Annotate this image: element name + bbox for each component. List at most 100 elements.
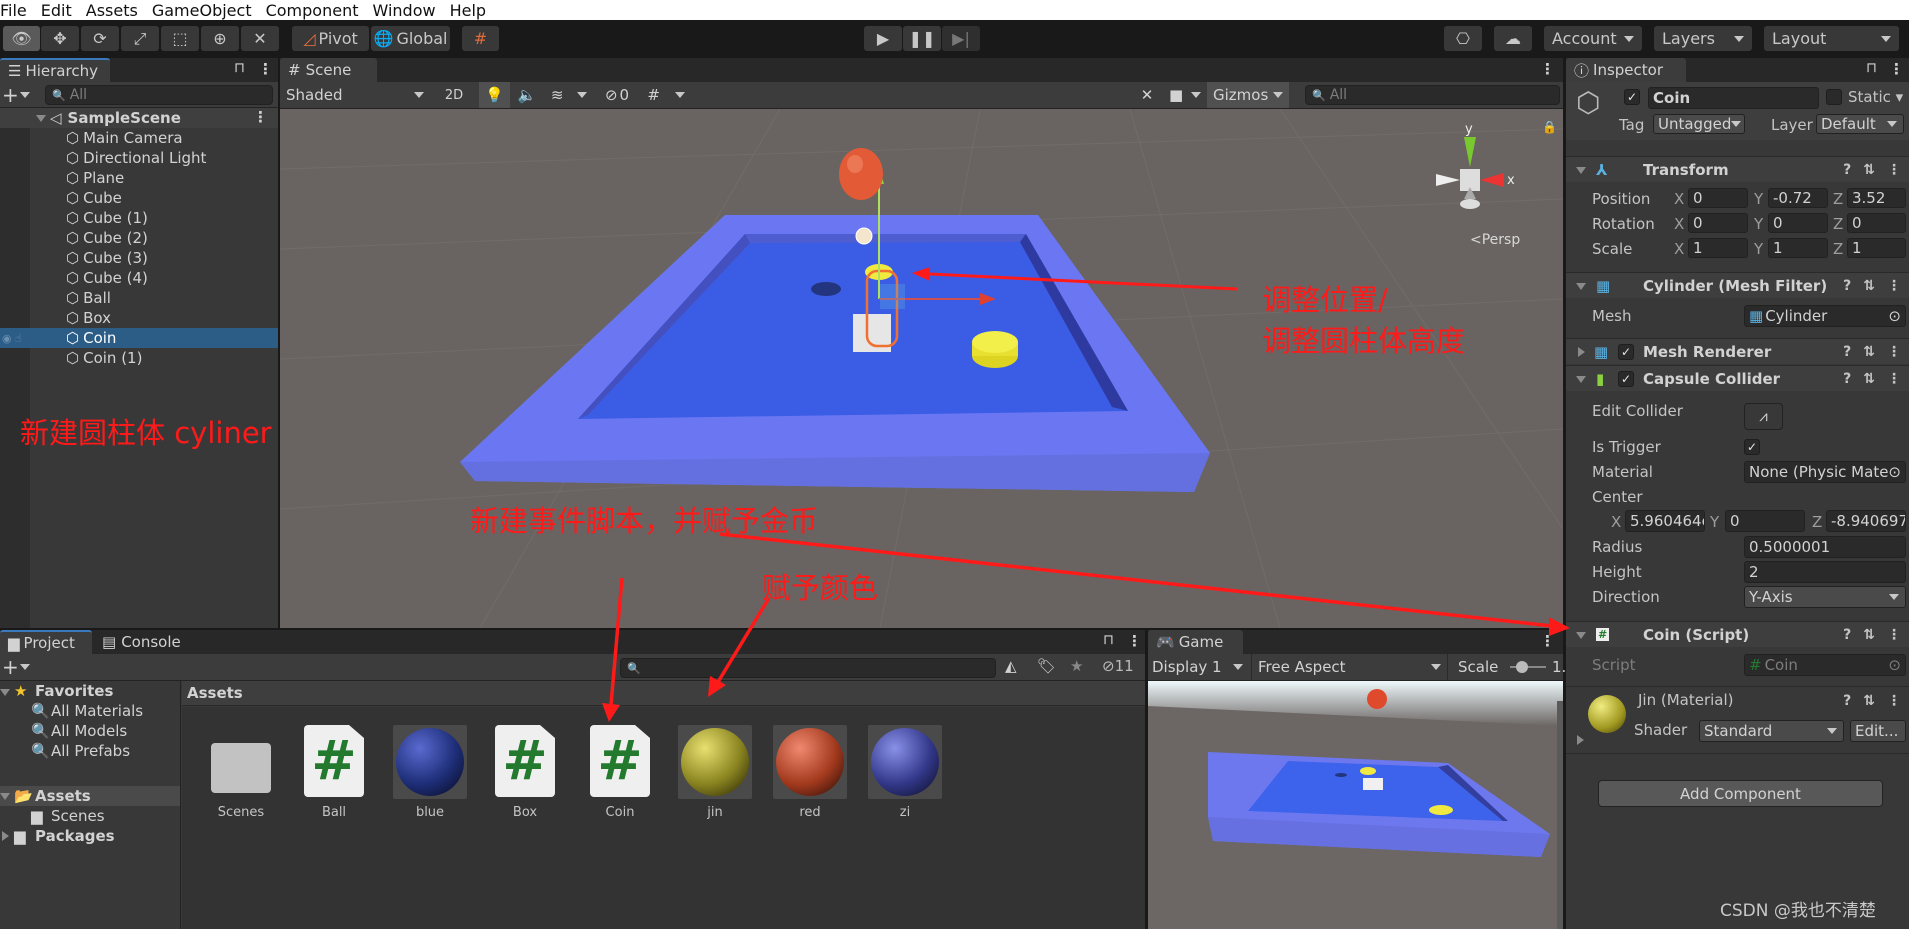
asset-zi-material[interactable]: zi [868, 725, 942, 820]
preset-icon[interactable]: ⇅ [1863, 278, 1875, 294]
asset-coin-script[interactable]: # Coin [583, 725, 657, 820]
hierarchy-item[interactable]: ⬡ Box [0, 308, 278, 328]
rect-tool-button[interactable]: ⬚ [161, 26, 199, 51]
scene-row[interactable]: ◁ SampleScene ⋮ [0, 108, 278, 128]
menu-edit[interactable]: Edit [41, 1, 72, 20]
orientation-gizmo[interactable] [1436, 137, 1504, 209]
2d-toggle[interactable]: 2D [438, 82, 470, 108]
tools-toggle[interactable]: ✕ [1132, 82, 1162, 108]
hidden-packages-toggle[interactable]: ⊘11 [1102, 657, 1134, 675]
view-tool-button[interactable]: 👁 [3, 26, 40, 51]
collapse-icon[interactable] [0, 689, 10, 696]
preset-icon[interactable]: ⇅ [1863, 693, 1875, 709]
object-name-input[interactable]: Coin [1648, 87, 1819, 109]
chevron-down-icon[interactable] [20, 664, 30, 670]
hierarchy-item[interactable]: ⬡ Cube (1) [0, 208, 278, 228]
hierarchy-item[interactable]: ⬡ Cube [0, 188, 278, 208]
position-y-input[interactable]: -0.72 [1768, 188, 1828, 208]
preset-icon[interactable]: ⇅ [1863, 371, 1875, 387]
pivot-button[interactable]: ◿ Pivot [292, 26, 369, 51]
hierarchy-item[interactable]: ⬡ Coin (1) [0, 348, 278, 368]
rotation-x-input[interactable]: 0 [1688, 213, 1748, 233]
project-search-input[interactable]: 🔍 [620, 658, 996, 678]
static-checkbox[interactable] [1826, 89, 1842, 105]
expand-icon[interactable] [36, 115, 46, 122]
asset-jin-material[interactable]: jin [678, 725, 752, 820]
transform-tool-button[interactable]: ⊕ [201, 26, 239, 51]
asset-red-material[interactable]: red [773, 725, 847, 820]
menu-assets[interactable]: Assets [86, 1, 138, 20]
asset-box-script[interactable]: # Box [488, 725, 562, 820]
preset-icon[interactable]: ⇅ [1863, 162, 1875, 178]
kebab-menu-icon[interactable]: ⋮ [1887, 344, 1901, 360]
gizmos-dropdown[interactable]: Gizmos [1207, 82, 1289, 108]
hierarchy-item[interactable]: ⬡ Plane [0, 168, 278, 188]
tag-dropdown[interactable]: Untagged [1653, 114, 1745, 134]
shader-dropdown[interactable]: Standard [1699, 720, 1844, 742]
favorite-all-models[interactable]: All Models [51, 722, 127, 740]
display-dropdown[interactable]: Display 1 [1152, 654, 1247, 680]
tab-console[interactable]: ▤ Console [102, 633, 181, 651]
capsule-collider-header[interactable]: ▮ ✓ Capsule Collider ? ⇅ ⋮ [1566, 365, 1909, 391]
kebab-menu-icon[interactable]: ⋮ [1887, 371, 1901, 387]
mesh-field[interactable]: ▦ Cylinder ⊙ [1744, 305, 1906, 327]
hierarchy-search-input[interactable]: 🔍 All [45, 85, 273, 105]
help-icon[interactable]: ? [1843, 627, 1851, 643]
camera-dropdown[interactable]: ■ [1165, 82, 1205, 108]
expand-icon[interactable] [1577, 735, 1584, 745]
transform-header[interactable]: ⅄ Transform ? ⇅ ⋮ [1566, 156, 1909, 182]
collapse-icon[interactable] [0, 793, 10, 800]
is-trigger-checkbox[interactable]: ✓ [1744, 439, 1760, 455]
tab-project[interactable]: ▆ Project [0, 630, 92, 654]
kebab-menu-icon[interactable]: ⋮ [1887, 278, 1901, 294]
asset-blue-material[interactable]: blue [393, 725, 467, 820]
collab-button[interactable]: ⎔ [1444, 26, 1482, 51]
scene-viewport[interactable]: y x 🔒 <Persp [280, 109, 1563, 628]
mesh-filter-header[interactable]: ▦ Cylinder (Mesh Filter) ? ⇅ ⋮ [1566, 272, 1909, 298]
projection-label[interactable]: <Persp [1470, 232, 1520, 248]
scale-z-input[interactable]: 1 [1847, 238, 1906, 258]
slider-thumb[interactable] [1516, 661, 1528, 673]
menu-help[interactable]: Help [450, 1, 486, 20]
lock-icon[interactable]: ⊓ [234, 60, 245, 76]
filter-by-label-icon[interactable]: 🏷 [1037, 657, 1056, 675]
global-button[interactable]: 🌐 Global [371, 26, 450, 51]
grid-dropdown[interactable]: # [640, 82, 692, 108]
object-picker-icon[interactable]: ⊙ [1888, 463, 1901, 481]
snap-button[interactable]: # [462, 26, 499, 51]
menu-window[interactable]: Window [372, 1, 435, 20]
shading-mode-dropdown[interactable]: Shaded [280, 82, 430, 108]
center-y-input[interactable]: 0 [1725, 510, 1805, 532]
add-asset-button[interactable]: + [2, 655, 19, 679]
height-input[interactable]: 2 [1744, 561, 1906, 583]
lock-icon[interactable]: ⊓ [1866, 60, 1877, 76]
kebab-menu-icon[interactable]: ⋮ [1540, 60, 1555, 78]
step-button[interactable]: ▶| [942, 26, 980, 51]
scale-y-input[interactable]: 1 [1768, 238, 1828, 258]
coin-script-header[interactable]: # Coin (Script) ? ⇅ ⋮ [1566, 621, 1909, 647]
chevron-down-icon[interactable] [20, 92, 30, 98]
custom-tool-button[interactable]: ✕ [241, 26, 279, 51]
edit-collider-button[interactable]: ⩘ [1744, 403, 1783, 430]
scale-slider[interactable] [1510, 661, 1546, 673]
help-icon[interactable]: ? [1843, 693, 1851, 709]
hierarchy-item[interactable]: ⬡ Ball [0, 288, 278, 308]
audio-toggle[interactable]: 🔈 [511, 82, 543, 108]
radius-input[interactable]: 0.5000001 [1744, 536, 1906, 558]
tab-inspector[interactable]: ⓘ Inspector [1566, 58, 1686, 82]
mesh-renderer-enabled-checkbox[interactable]: ✓ [1618, 344, 1634, 360]
asset-scenes-folder[interactable]: Scenes [204, 725, 278, 820]
scene-search-input[interactable]: 🔍 All [1305, 85, 1560, 105]
help-icon[interactable]: ? [1843, 344, 1851, 360]
help-icon[interactable]: ? [1843, 278, 1851, 294]
effects-dropdown[interactable]: ≋ [544, 82, 594, 108]
hierarchy-item-selected[interactable]: ◉ ☝ ⬡ Coin [0, 328, 278, 348]
pickable-icon[interactable]: ☝ [15, 332, 22, 345]
scrollbar[interactable] [1557, 701, 1563, 929]
favorite-all-materials[interactable]: All Materials [51, 702, 143, 720]
tree-assets-row[interactable]: 📂 Assets [0, 786, 180, 806]
pause-button[interactable]: ❚❚ [903, 26, 941, 51]
layers-dropdown[interactable]: Layers [1654, 26, 1752, 51]
kebab-menu-icon[interactable]: ⋮ [253, 108, 268, 126]
edit-shader-button[interactable]: Edit... [1850, 720, 1906, 742]
